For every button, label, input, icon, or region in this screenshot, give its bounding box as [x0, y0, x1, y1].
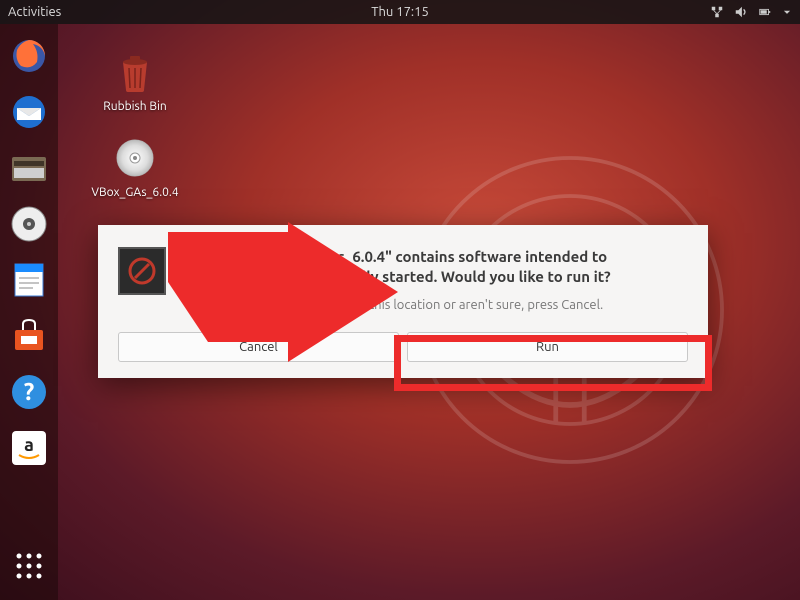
- run-button[interactable]: Run: [407, 332, 688, 362]
- volume-icon[interactable]: [734, 5, 748, 19]
- launcher-software[interactable]: [7, 314, 51, 358]
- autorun-dialog: "VBox_GAs_6.0.4" contains software inten…: [98, 225, 708, 378]
- network-icon[interactable]: [710, 5, 724, 19]
- dialog-title: "VBox_GAs_6.0.4" contains software inten…: [184, 247, 688, 288]
- dropdown-icon[interactable]: [782, 5, 792, 19]
- cancel-button[interactable]: Cancel: [118, 332, 399, 362]
- activities-button[interactable]: Activities: [8, 5, 61, 19]
- disc-icon: [113, 136, 157, 180]
- battery-icon[interactable]: [758, 5, 772, 19]
- dialog-warning-icon: [118, 247, 166, 295]
- launcher-help[interactable]: ?: [7, 370, 51, 414]
- launcher-files[interactable]: [7, 146, 51, 190]
- desktop-icon-label: Rubbish Bin: [90, 100, 180, 114]
- desktop-icons-area: Rubbish Bin VBox_GAs_6.0.4: [90, 48, 180, 221]
- launcher-writer[interactable]: [7, 258, 51, 302]
- system-tray[interactable]: [710, 5, 792, 19]
- launcher-rhythmbox[interactable]: [7, 202, 51, 246]
- show-applications-button[interactable]: [7, 544, 51, 588]
- clock[interactable]: Thu 17:15: [371, 5, 429, 19]
- launcher-firefox[interactable]: [7, 34, 51, 78]
- top-panel: Activities Thu 17:15: [0, 0, 800, 24]
- trash-icon: [113, 50, 157, 94]
- launcher-dock: ? a: [0, 24, 58, 600]
- desktop-icon-disc[interactable]: VBox_GAs_6.0.4: [90, 134, 180, 200]
- launcher-thunderbird[interactable]: [7, 90, 51, 134]
- desktop-icon-label: VBox_GAs_6.0.4: [90, 186, 180, 200]
- desktop-icon-trash[interactable]: Rubbish Bin: [90, 48, 180, 114]
- launcher-amazon[interactable]: a: [7, 426, 51, 470]
- dialog-subtext: If you don't trust this location or aren…: [184, 298, 688, 312]
- svg-text:?: ?: [24, 378, 35, 405]
- svg-text:a: a: [24, 435, 34, 455]
